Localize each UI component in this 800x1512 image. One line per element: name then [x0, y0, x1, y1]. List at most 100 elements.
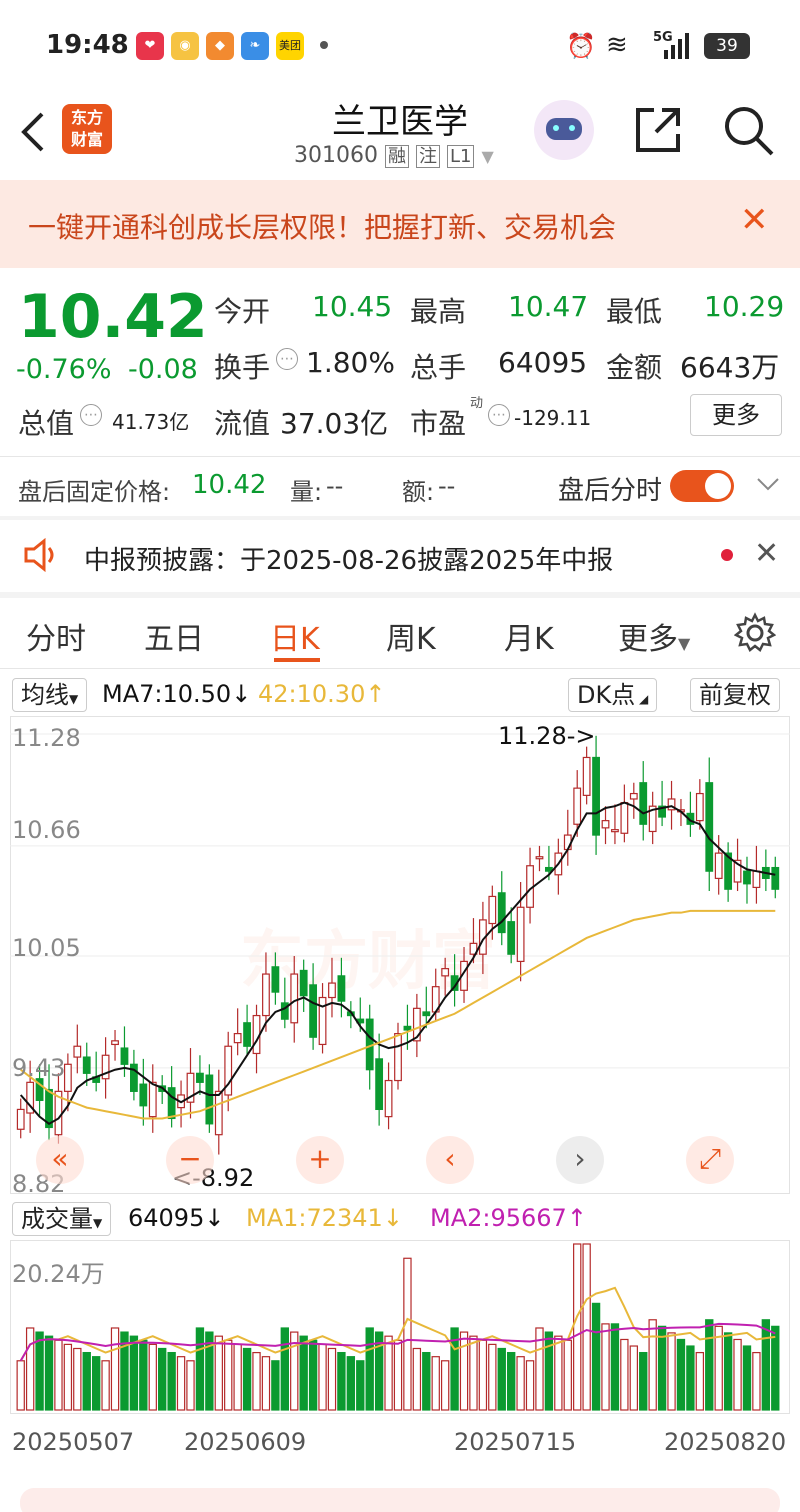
- candle: [337, 975, 346, 1002]
- vol-ma1-readout: MA1:72341↓: [246, 1204, 403, 1232]
- candle: [290, 973, 299, 1024]
- tag-registered: 注: [415, 145, 440, 168]
- dropdown-icon: ▼: [93, 1216, 103, 1230]
- candle: [601, 820, 610, 829]
- more-button[interactable]: 更多: [690, 394, 782, 436]
- ma7-readout: MA7:10.50↓: [102, 680, 251, 708]
- vol-ma2-readout: MA2:95667↑: [430, 1204, 587, 1232]
- volume-chart[interactable]: [10, 1240, 790, 1414]
- robot-assistant-icon[interactable]: [534, 100, 594, 160]
- search-icon[interactable]: [722, 104, 776, 158]
- volume-bar: [695, 1351, 705, 1411]
- tab-monthly-k[interactable]: 月K: [504, 614, 554, 658]
- ma7-arrow: ↓: [231, 680, 252, 708]
- volume-arrow: ↓: [204, 1204, 225, 1232]
- zoom-in-icon[interactable]: +: [296, 1136, 344, 1184]
- chevron-down-icon[interactable]: ▼: [481, 147, 493, 166]
- after-hours-vol: --: [326, 472, 344, 500]
- volume-bar: [252, 1351, 261, 1411]
- vol-ma1-arrow: ↓: [382, 1204, 403, 1232]
- candle: [167, 1087, 176, 1120]
- dk-label: DK点: [577, 681, 636, 709]
- volume-bar: [714, 1325, 723, 1411]
- candle: [148, 1081, 157, 1118]
- candle: [752, 870, 761, 889]
- active-tab-indicator: [274, 658, 320, 662]
- tab-five-day[interactable]: 五日: [144, 614, 204, 658]
- tag-level1: L1: [446, 145, 475, 168]
- volume-bar: [563, 1339, 572, 1411]
- scroll-right-icon[interactable]: ›: [556, 1136, 604, 1184]
- fullscreen-icon[interactable]: ⤢: [686, 1136, 734, 1184]
- info-icon[interactable]: ⋯: [80, 404, 102, 426]
- volume-bar: [271, 1360, 280, 1411]
- close-icon[interactable]: ✕: [754, 536, 779, 571]
- candle: [309, 984, 318, 1038]
- volume-bar: [158, 1347, 167, 1411]
- after-hours-amt-label: 额:: [402, 478, 435, 506]
- scroll-left-icon[interactable]: ‹: [426, 1136, 474, 1184]
- top-nav: 东方 财富 兰卫医学 301060 融 注 L1 ▼: [0, 90, 800, 178]
- meituan-icon: 美团: [276, 32, 304, 60]
- volume-readout: 64095↓: [128, 1204, 224, 1232]
- candle: [592, 756, 600, 836]
- candle: [394, 1033, 402, 1082]
- divider: [0, 592, 800, 598]
- info-icon[interactable]: ⋯: [276, 348, 298, 370]
- dk-point-selector[interactable]: DK点 ◢: [568, 678, 658, 712]
- volume-bar: [393, 1339, 403, 1411]
- candle: [705, 782, 714, 872]
- pe-value: -129.11: [514, 406, 592, 430]
- candle: [318, 996, 327, 1046]
- volume-bar: [478, 1339, 488, 1411]
- volume-value: 64095: [498, 346, 588, 379]
- volume-bar: [771, 1325, 780, 1411]
- volume-bar: [591, 1302, 601, 1411]
- volume-bar: [299, 1335, 308, 1411]
- volume-bar: [761, 1319, 771, 1411]
- promo-banner[interactable]: 一键开通科创成长层权限！把握打新、交易机会 ✕: [0, 180, 800, 268]
- volume-bar: [629, 1345, 638, 1411]
- price-tick: 10.66: [12, 816, 81, 844]
- bottom-panel-peek[interactable]: [20, 1488, 780, 1512]
- ma-selector[interactable]: 均线▼: [12, 678, 88, 712]
- volume-bar: [280, 1327, 289, 1411]
- volume-bar: [620, 1338, 629, 1411]
- after-hours-toggle[interactable]: [670, 470, 734, 502]
- zoom-out-icon[interactable]: −: [166, 1136, 214, 1184]
- kline-chart[interactable]: [10, 716, 790, 1194]
- more-notifications-dot: [320, 41, 328, 49]
- tab-daily-k[interactable]: 日K: [270, 614, 320, 658]
- volume-bar: [742, 1345, 752, 1411]
- candle: [196, 1072, 204, 1083]
- tab-more[interactable]: 更多▼: [618, 614, 690, 658]
- volume-bar: [573, 1243, 582, 1411]
- adjust-selector[interactable]: 前复权: [690, 678, 780, 712]
- after-hours-amt: --: [438, 472, 456, 500]
- low-value: 10.29: [704, 290, 785, 323]
- settings-icon[interactable]: [734, 612, 776, 654]
- close-icon[interactable]: ✕: [740, 200, 769, 240]
- tab-weekly-k[interactable]: 周K: [386, 614, 436, 658]
- scroll-left-fast-icon[interactable]: «: [36, 1136, 84, 1184]
- stock-code: 301060: [294, 143, 378, 168]
- candle: [516, 906, 525, 963]
- volume-bar: [601, 1323, 610, 1411]
- candle: [82, 1056, 91, 1074]
- candle: [328, 982, 336, 999]
- volume-bar: [384, 1335, 393, 1411]
- unread-dot: [721, 549, 733, 561]
- info-icon[interactable]: ⋯: [488, 404, 510, 426]
- tab-minute[interactable]: 分时: [26, 614, 86, 658]
- notice-text[interactable]: 中报预披露：于2025-08-26披露2025年中报: [84, 540, 613, 577]
- volume-bar: [25, 1327, 35, 1411]
- volume-bar: [195, 1327, 205, 1411]
- chevron-down-icon[interactable]: [756, 476, 780, 492]
- stock-code-row: 301060 融 注 L1 ▼: [294, 142, 494, 168]
- vol-ma2-value: MA2:95667: [430, 1204, 567, 1232]
- candle: [639, 782, 648, 825]
- volume-bar: [440, 1360, 450, 1411]
- volume-indicator-selector[interactable]: 成交量▼: [12, 1202, 112, 1236]
- share-icon[interactable]: [632, 104, 684, 156]
- volume-bar: [516, 1356, 525, 1411]
